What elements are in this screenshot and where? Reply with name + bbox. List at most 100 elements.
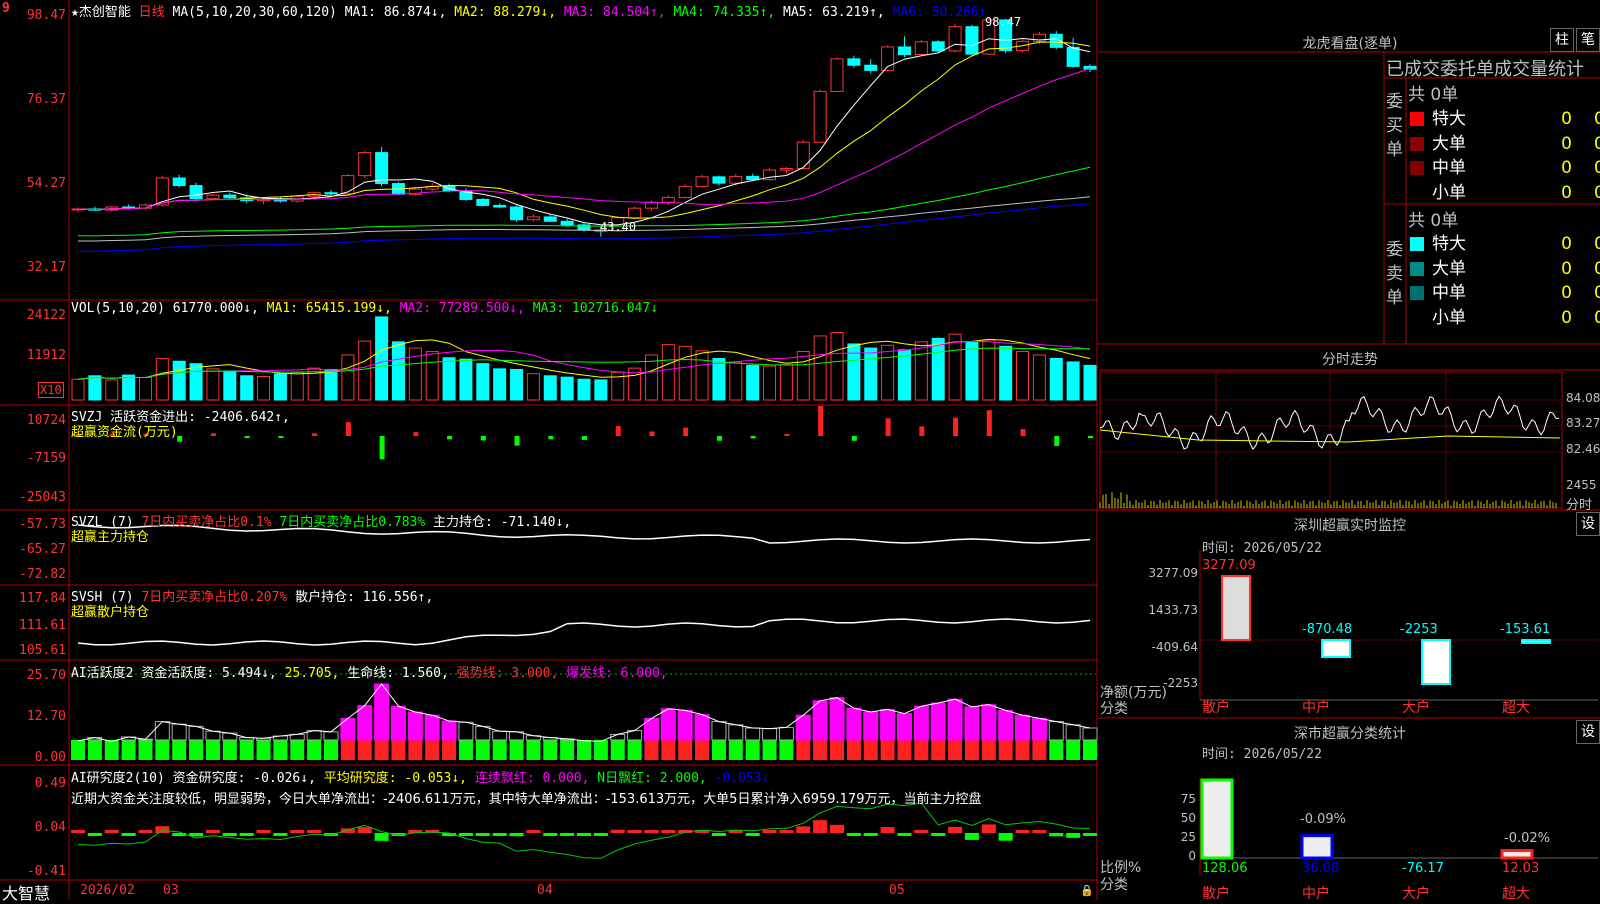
color-swatch-icon bbox=[1410, 310, 1424, 325]
volume-bar bbox=[476, 363, 490, 401]
ai1-tick: 0.00 bbox=[34, 750, 66, 765]
ai2-bar bbox=[121, 833, 136, 836]
candle-body bbox=[830, 58, 844, 92]
sell-side-label: 委卖单 bbox=[1386, 240, 1403, 308]
svsh-axis: 117.84 111.61 105.61 bbox=[0, 585, 66, 660]
volume-bar bbox=[1066, 361, 1080, 401]
bar-mode-button[interactable]: 柱 bbox=[1550, 28, 1574, 52]
sz-monitor-value-label: 3277.09 bbox=[1202, 558, 1256, 573]
ai1-base-bar bbox=[745, 740, 760, 760]
volume-bar bbox=[746, 364, 760, 401]
sz-class-bar bbox=[1500, 849, 1534, 860]
volume-bar bbox=[897, 349, 911, 401]
period-label[interactable]: 日线 bbox=[139, 5, 165, 20]
ai1-top-bar bbox=[1082, 727, 1098, 741]
ai1-base-bar bbox=[425, 740, 440, 760]
left-chart-area[interactable]: 9 ★杰创智能 日线 MA(5,10,20,30,60,120) MA1: 86… bbox=[0, 0, 1098, 903]
volume-bar bbox=[459, 358, 473, 401]
volume-bar bbox=[594, 379, 608, 401]
ai2-bar bbox=[239, 833, 254, 836]
ai1-top-bar bbox=[677, 709, 693, 741]
sz-monitor-tick: -409.64 bbox=[1151, 640, 1198, 654]
brand-label[interactable]: 大智慧 bbox=[2, 880, 50, 904]
ai2-bar bbox=[1083, 833, 1097, 836]
ai1-base-bar bbox=[1015, 740, 1030, 760]
svzj-bar bbox=[244, 436, 250, 439]
ai1-base-bar bbox=[1049, 740, 1064, 760]
price-tick: 76.37 bbox=[26, 92, 66, 107]
stock-name[interactable]: ★杰创智能 bbox=[71, 5, 131, 20]
volume-bar bbox=[257, 375, 271, 401]
sz-class-value-label: 12.03 bbox=[1502, 861, 1540, 876]
ai1-base-bar bbox=[87, 740, 102, 760]
ai1-base-bar bbox=[762, 740, 777, 760]
intraday-tick: 82.46 bbox=[1566, 442, 1600, 456]
ma-label: MA(5,10,20,30,60,120) bbox=[172, 5, 337, 20]
candle-body bbox=[223, 194, 237, 199]
ai1-title: AI活跃度2 bbox=[71, 666, 134, 681]
dragon-row: 小单 0 0% bbox=[1410, 303, 1600, 328]
grid-lines bbox=[0, 0, 1098, 900]
ai1-base-bar bbox=[813, 740, 828, 760]
candle-body bbox=[172, 177, 186, 187]
ai2-bar bbox=[593, 833, 608, 836]
ai1-top-bar bbox=[1015, 714, 1031, 741]
volume-bar bbox=[931, 337, 945, 401]
sz-monitor-settings-button[interactable]: 设 bbox=[1576, 512, 1600, 536]
sz-monitor-tick: 3277.09 bbox=[1148, 566, 1198, 580]
ai1-base-bar bbox=[728, 740, 743, 760]
dragon-row-pct: 0% bbox=[1594, 182, 1600, 203]
volume-bar bbox=[88, 375, 102, 401]
volume-bar bbox=[425, 351, 439, 401]
vol-unit-badge[interactable]: X10 bbox=[38, 382, 64, 398]
ai1-top-bar bbox=[863, 711, 879, 741]
ai1-base-bar bbox=[256, 740, 271, 760]
ai1-top-bar bbox=[1048, 721, 1064, 741]
ai2-bar bbox=[931, 833, 946, 836]
sz-monitor-value-label: -2253 bbox=[1400, 622, 1438, 637]
candle-body bbox=[358, 152, 372, 177]
sz-class-tick: 25 bbox=[1180, 830, 1196, 844]
dragon-row-pct: 0% bbox=[1594, 258, 1600, 279]
ai1-top-bar bbox=[323, 731, 339, 741]
ai1-base-bar bbox=[610, 740, 625, 760]
candle-body bbox=[493, 204, 507, 208]
lock-icon[interactable]: 🔒 bbox=[1080, 884, 1094, 897]
candle-body bbox=[628, 207, 642, 219]
ai1-base-bar bbox=[779, 740, 794, 760]
candle-body bbox=[965, 26, 979, 55]
ai1-top-bar bbox=[492, 730, 508, 741]
svsh-line bbox=[77, 618, 1091, 646]
ai1-top-bar bbox=[1031, 717, 1047, 741]
ai2-bar bbox=[256, 830, 271, 833]
ai2-comment: 近期大资金关注度较低，明显弱势，今日大单净流出：-2406.611万元，其中特大… bbox=[71, 792, 982, 807]
ai1-top-bar bbox=[205, 730, 221, 741]
ma5-value: MA5: 63.219↑, bbox=[783, 5, 885, 20]
sz-class-settings-button[interactable]: 设 bbox=[1576, 720, 1600, 744]
ai2-bar bbox=[880, 827, 895, 833]
ai1-base-bar bbox=[543, 740, 558, 760]
volume-bar bbox=[240, 375, 254, 401]
volume-bar bbox=[678, 345, 692, 401]
sz-class-xlabel: 分类 bbox=[1100, 877, 1128, 893]
volume-bar bbox=[965, 342, 979, 401]
dragon-row: 特大 0 0% bbox=[1410, 229, 1600, 254]
dragon-row-value: 0 bbox=[1561, 307, 1572, 328]
dragon-row-value: 0 bbox=[1561, 109, 1572, 129]
sz-class-value-label: 36.08 bbox=[1302, 861, 1340, 876]
svzj-bar bbox=[953, 417, 959, 436]
ai2-part1: 资金研究度: -0.026↓, bbox=[172, 771, 316, 786]
ai1-top-bar bbox=[171, 723, 187, 741]
volume-bar bbox=[341, 354, 355, 401]
tick-mode-button[interactable]: 笔 bbox=[1576, 28, 1600, 52]
ai1-tick: 12.70 bbox=[26, 709, 66, 724]
sz-class-top-label: -0.02% bbox=[1504, 831, 1550, 846]
svzj-subtitle: 超赢资金流(万元) bbox=[71, 425, 178, 440]
ma6-value: MA6: 50.266↑ bbox=[892, 5, 987, 20]
category-label: 超大 bbox=[1502, 886, 1530, 902]
ai2-bar bbox=[627, 830, 642, 833]
svzj-bar bbox=[649, 431, 655, 436]
ai1-part2: 25.705, bbox=[284, 666, 340, 681]
vol-value: 61770.000↓, bbox=[172, 301, 259, 316]
ai2-tick: -0.41 bbox=[26, 864, 66, 879]
